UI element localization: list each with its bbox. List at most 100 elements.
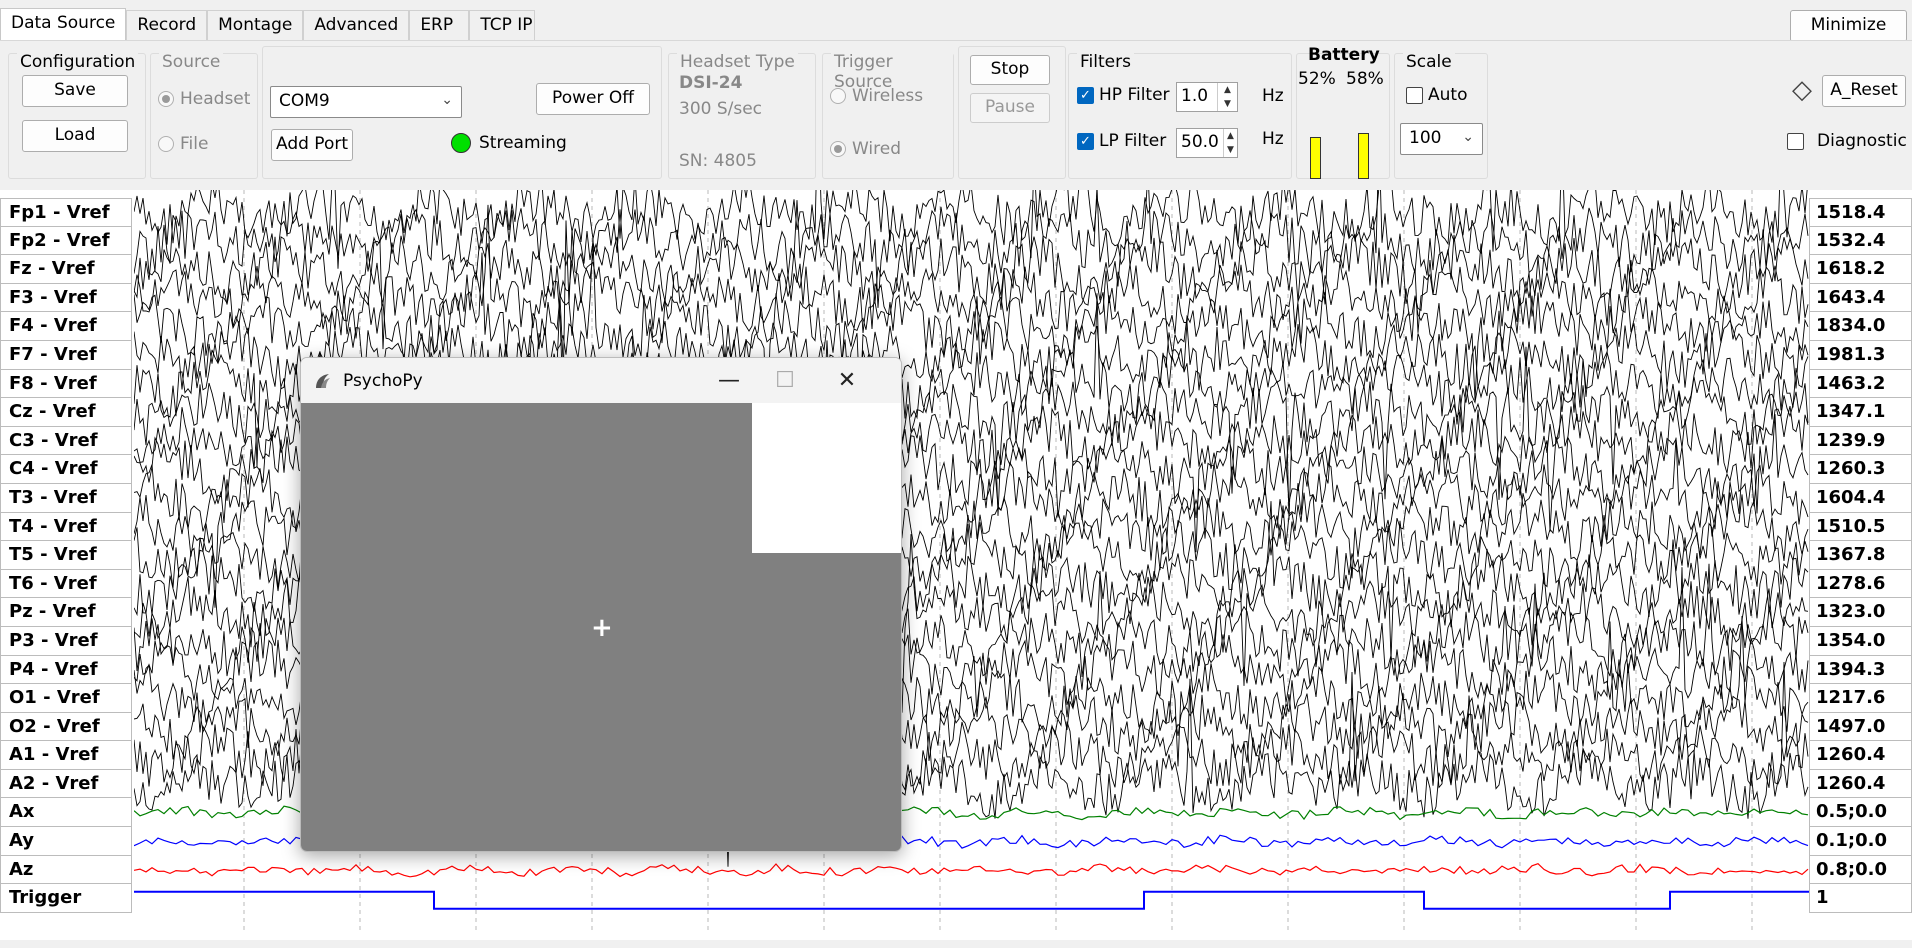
configuration-title: Configuration bbox=[17, 52, 139, 72]
status-strip bbox=[0, 940, 1912, 948]
psychopy-logo-icon bbox=[313, 371, 333, 391]
auto-scale-checkbox[interactable]: Auto bbox=[1406, 85, 1467, 105]
channel-label[interactable]: P3 - Vref bbox=[0, 626, 132, 656]
channel-value: 1497.0 bbox=[1809, 712, 1912, 742]
psychopy-stimulus-area: + bbox=[301, 403, 901, 851]
hp-filter-checkbox[interactable]: ✓ HP Filter bbox=[1077, 85, 1170, 105]
channel-value: 1834.0 bbox=[1809, 312, 1912, 341]
battery-title: Battery bbox=[1308, 45, 1380, 65]
channel-label[interactable]: Pz - Vref bbox=[0, 598, 132, 627]
battery-right-percent: 58% bbox=[1346, 69, 1384, 89]
scale-select[interactable]: 100 ⌄ bbox=[1400, 123, 1483, 155]
scale-select-value: 100 bbox=[1409, 128, 1442, 148]
channel-label[interactable]: T5 - Vref bbox=[0, 541, 132, 570]
channel-label[interactable]: C4 - Vref bbox=[0, 455, 132, 484]
channel-label[interactable]: Fp1 - Vref bbox=[0, 198, 132, 227]
diagnostic-checkbox[interactable]: Diagnostic bbox=[1787, 131, 1907, 151]
tab-record[interactable]: Record bbox=[126, 10, 208, 40]
tab-bar: Data Source Record Montage Advanced ERP … bbox=[0, 8, 536, 40]
streaming-label: Streaming bbox=[479, 133, 567, 153]
channel-value: 1278.6 bbox=[1809, 569, 1912, 599]
channel-value: 1394.3 bbox=[1809, 655, 1912, 685]
channel-value: 1618.2 bbox=[1809, 255, 1912, 284]
channel-value: 1260.4 bbox=[1809, 769, 1912, 799]
lp-filter-unit: Hz bbox=[1262, 129, 1284, 149]
channel-value: 0.8;0.0 bbox=[1809, 855, 1912, 885]
save-button[interactable]: Save bbox=[22, 75, 128, 107]
channel-label[interactable]: Cz - Vref bbox=[0, 398, 132, 427]
chevron-down-icon: ⌄ bbox=[1462, 129, 1474, 145]
configuration-group: Configuration bbox=[8, 52, 146, 179]
checkmark-icon: ✓ bbox=[1077, 86, 1094, 104]
tab-tcp-ip[interactable]: TCP IP bbox=[469, 10, 536, 40]
a-reset-button[interactable]: A_Reset bbox=[1822, 75, 1906, 107]
radio-dot bbox=[158, 91, 174, 107]
lp-filter-value: 50.0 bbox=[1181, 132, 1219, 152]
trigger-wired-radio[interactable]: Wired bbox=[830, 139, 901, 159]
filters-title: Filters bbox=[1077, 52, 1134, 72]
source-file-radio[interactable]: File bbox=[158, 134, 208, 154]
checkbox-icon bbox=[1787, 132, 1804, 150]
channel-label[interactable]: T6 - Vref bbox=[0, 569, 132, 599]
battery-left-percent: 52% bbox=[1298, 69, 1336, 89]
auto-scale-label: Auto bbox=[1428, 85, 1468, 105]
source-group: Source bbox=[150, 52, 258, 179]
hp-filter-label: HP Filter bbox=[1099, 85, 1170, 105]
port-select[interactable]: COM9 ⌄ bbox=[270, 86, 462, 118]
checkbox-icon bbox=[1406, 86, 1423, 104]
load-button[interactable]: Load bbox=[22, 120, 128, 152]
checkmark-icon: ✓ bbox=[1077, 132, 1094, 150]
trigger-wireless-radio[interactable]: Wireless bbox=[830, 86, 923, 106]
scale-title: Scale bbox=[1403, 52, 1455, 72]
eeg-trace bbox=[134, 190, 1809, 308]
psychopy-window[interactable]: PsychoPy — ☐ ✕ + bbox=[300, 357, 902, 852]
channel-label[interactable]: Ay bbox=[0, 827, 132, 856]
channel-label[interactable]: Ax bbox=[0, 798, 132, 828]
source-headset-radio[interactable]: Headset bbox=[158, 89, 250, 109]
power-off-button[interactable]: Power Off bbox=[536, 83, 650, 115]
trigger-wired-label: Wired bbox=[852, 139, 902, 159]
channel-label[interactable]: F7 - Vref bbox=[0, 340, 132, 370]
channel-value: 1532.4 bbox=[1809, 226, 1912, 256]
trigger-wireless-label: Wireless bbox=[852, 86, 924, 106]
radio-dot bbox=[830, 88, 846, 104]
channel-label[interactable]: Az bbox=[0, 855, 132, 885]
channel-label[interactable]: T4 - Vref bbox=[0, 512, 132, 542]
channel-label[interactable]: A1 - Vref bbox=[0, 741, 132, 770]
channel-value: 1463.2 bbox=[1809, 369, 1912, 399]
scale-group: Scale bbox=[1394, 52, 1488, 179]
stop-button[interactable]: Stop bbox=[970, 55, 1050, 85]
lp-filter-stepper[interactable]: 50.0 ▲ ▼ bbox=[1176, 128, 1238, 158]
minimize-icon[interactable]: — bbox=[701, 358, 757, 403]
close-icon[interactable]: ✕ bbox=[819, 358, 875, 403]
channel-label[interactable]: T3 - Vref bbox=[0, 483, 132, 513]
channel-value: 1217.6 bbox=[1809, 684, 1912, 713]
tab-advanced[interactable]: Advanced bbox=[303, 10, 410, 40]
headset-rate: 300 S/sec bbox=[679, 99, 763, 119]
channel-label-list: Fp1 - Vref Fp2 - Vref Fz - Vref F3 - Vref F4… bbox=[0, 198, 132, 913]
channel-label[interactable]: Fz - Vref bbox=[0, 255, 132, 284]
psychopy-titlebar[interactable]: PsychoPy — ☐ ✕ bbox=[301, 358, 901, 403]
channel-label[interactable]: F3 - Vref bbox=[0, 283, 132, 313]
tab-data-source[interactable]: Data Source bbox=[0, 8, 127, 40]
maximize-icon[interactable]: ☐ bbox=[757, 358, 813, 403]
add-port-button[interactable]: Add Port bbox=[271, 129, 353, 161]
channel-label[interactable]: F8 - Vref bbox=[0, 369, 132, 399]
channel-label[interactable]: O2 - Vref bbox=[0, 712, 132, 742]
channel-label[interactable]: A2 - Vref bbox=[0, 769, 132, 799]
stepper-arrows-icon[interactable]: ▲ ▼ bbox=[1217, 83, 1237, 111]
channel-label[interactable]: Fp2 - Vref bbox=[0, 226, 132, 256]
tab-erp[interactable]: ERP bbox=[409, 10, 470, 40]
stepper-arrows-icon[interactable]: ▲ ▼ bbox=[1222, 129, 1237, 157]
lp-filter-checkbox[interactable]: ✓ LP Filter bbox=[1077, 131, 1166, 151]
channel-label[interactable]: C3 - Vref bbox=[0, 426, 132, 456]
channel-label[interactable]: P4 - Vref bbox=[0, 655, 132, 685]
pause-button[interactable]: Pause bbox=[970, 93, 1050, 123]
channel-label[interactable]: O1 - Vref bbox=[0, 684, 132, 713]
hp-filter-stepper[interactable]: 1.0 ▲ ▼ bbox=[1176, 82, 1238, 112]
minimize-button[interactable]: Minimize bbox=[1790, 10, 1907, 42]
channel-label[interactable]: Trigger bbox=[0, 884, 132, 913]
tab-montage[interactable]: Montage bbox=[207, 10, 304, 40]
eeg-trace bbox=[134, 863, 1809, 878]
channel-label[interactable]: F4 - Vref bbox=[0, 312, 132, 341]
